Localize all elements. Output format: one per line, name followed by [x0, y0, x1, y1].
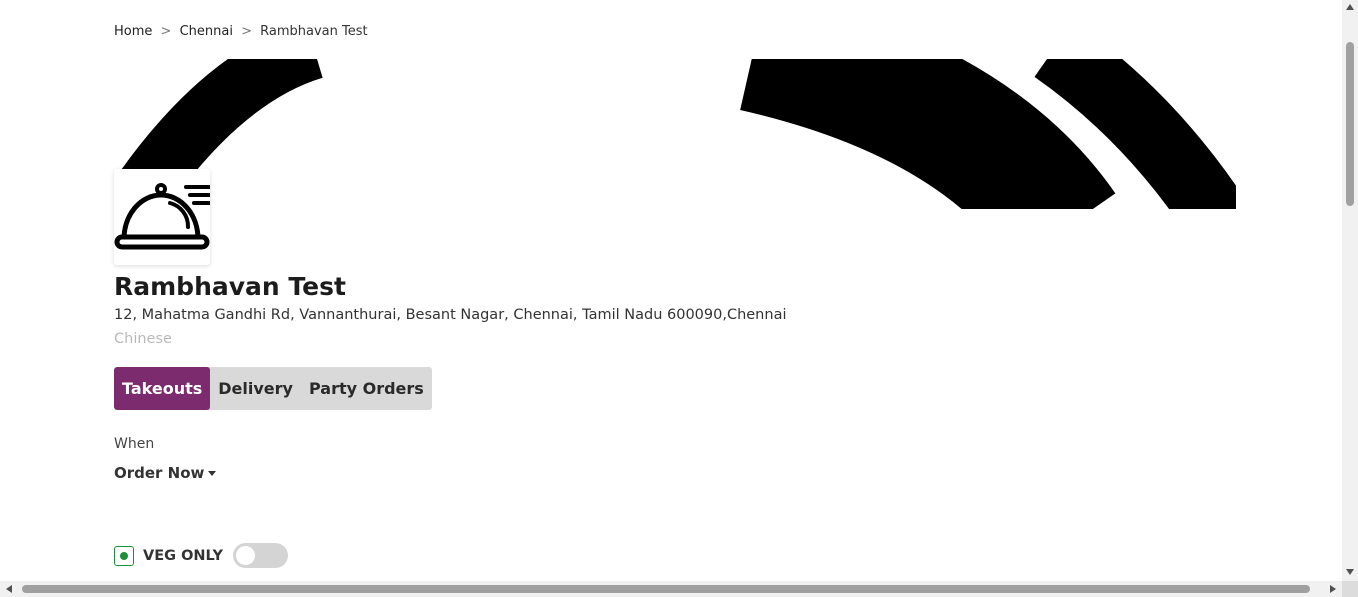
veg-only-label: VEG ONLY — [143, 547, 224, 564]
tab-delivery[interactable]: Delivery — [210, 367, 301, 410]
veg-indicator-dot — [120, 551, 128, 560]
restaurant-name: Rambhavan Test — [114, 272, 346, 301]
scroll-up-arrow-icon[interactable] — [1346, 4, 1354, 10]
breadcrumb-current: Rambhavan Test — [260, 24, 368, 39]
tab-takeouts[interactable]: Takeouts — [114, 367, 211, 410]
horizontal-scrollbar[interactable] — [0, 581, 1342, 597]
restaurant-address: 12, Mahatma Gandhi Rd, Vannanthurai, Bes… — [114, 307, 787, 323]
scroll-down-arrow-icon[interactable] — [1346, 569, 1354, 575]
breadcrumb-city-link[interactable]: Chennai — [180, 24, 233, 39]
restaurant-logo — [114, 169, 210, 265]
when-label: When — [114, 436, 155, 452]
scroll-left-arrow-icon[interactable] — [6, 585, 12, 593]
breadcrumb: Home > Chennai > Rambhavan Test — [114, 24, 368, 39]
caret-down-icon — [208, 470, 217, 476]
vertical-scroll-thumb[interactable] — [1346, 42, 1354, 206]
restaurant-cuisine: Chinese — [114, 331, 172, 347]
scrollbar-corner — [1342, 581, 1358, 597]
tab-party-orders[interactable]: Party Orders — [301, 367, 432, 410]
toggle-knob — [236, 546, 256, 565]
horizontal-scroll-thumb[interactable] — [22, 585, 1310, 593]
order-type-tabs: Takeouts Delivery Party Orders — [114, 367, 432, 410]
scroll-right-arrow-icon[interactable] — [1330, 585, 1336, 593]
restaurant-page: Home > Chennai > Rambhavan Test Rambhava… — [0, 0, 1342, 581]
vertical-scrollbar[interactable] — [1342, 0, 1358, 581]
breadcrumb-separator: > — [241, 24, 252, 39]
veg-indicator-icon — [114, 545, 134, 566]
food-cloche-icon — [114, 183, 210, 250]
breadcrumb-home-link[interactable]: Home — [114, 24, 152, 39]
veg-only-filter: VEG ONLY — [114, 543, 289, 568]
order-time-dropdown[interactable]: Order Now — [114, 464, 217, 482]
order-time-value: Order Now — [114, 464, 205, 482]
cover-banner — [114, 59, 1236, 209]
breadcrumb-separator: > — [160, 24, 172, 39]
cover-image — [114, 59, 1236, 209]
veg-only-toggle[interactable] — [233, 543, 289, 568]
